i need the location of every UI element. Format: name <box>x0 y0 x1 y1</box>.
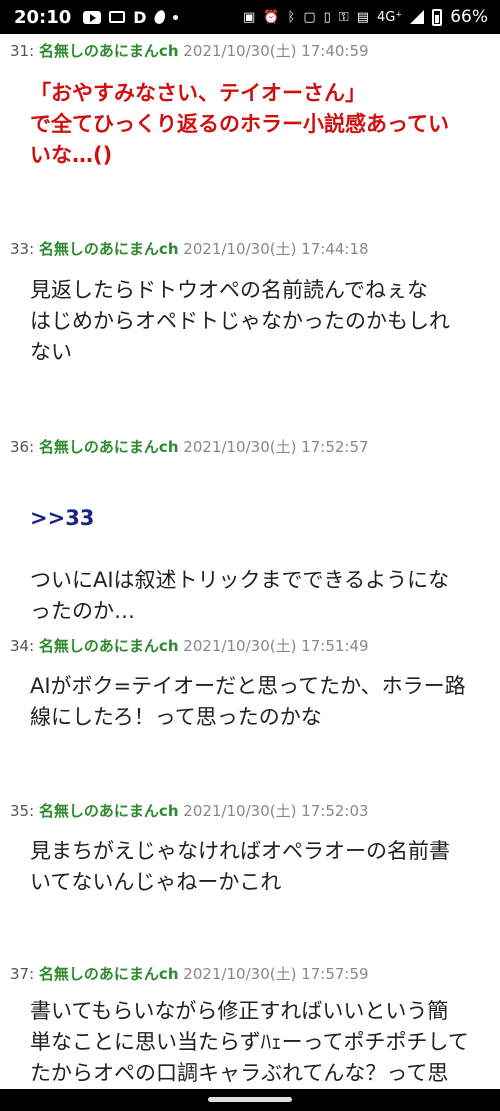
youtube-notification-icon <box>83 10 102 24</box>
post-body: AIがボク=テイオーだと思ってたか、ホラー路 線にしたろ！って思ったのかな <box>30 674 466 729</box>
poster-name: 名無しのあにまんch <box>38 965 179 983</box>
volte-icon: ▤ <box>356 9 369 25</box>
post-date: 2021/10/30(土) 17:52:03 <box>183 802 369 820</box>
auto-hd-icon: ▣ <box>243 9 256 25</box>
post-header: 34: 名無しのあにまんch 2021/10/30(土) 17:51:49 <box>10 635 369 656</box>
post-header: 35: 名無しのあにまんch 2021/10/30(土) 17:52:03 <box>10 800 369 821</box>
drop-notification-icon <box>152 8 167 26</box>
poster-name: 名無しのあにまんch <box>38 240 179 258</box>
clock: 20:10 <box>14 6 72 28</box>
post-number[interactable]: 37: <box>10 965 34 983</box>
post-body: 見返したらドトウオペの名前読んでねぇな はじめからオペドトじゃなかったのかもしれ… <box>30 278 450 364</box>
bluetooth-icon: ᛒ <box>287 9 296 25</box>
poster-name: 名無しのあにまんch <box>38 802 179 820</box>
post-header: 36: 名無しのあにまんch 2021/10/30(土) 17:52:57 <box>10 436 369 457</box>
poster-name: 名無しのあにまんch <box>38 42 179 60</box>
alarm-icon: ⏰ <box>263 9 280 25</box>
post-date: 2021/10/30(土) 17:44:18 <box>183 240 369 258</box>
post-body: 書いてもらいながら修正すればいいという簡 単なことに思い当たらずﾊｪーってポチポ… <box>30 999 469 1085</box>
poster-name: 名無しのあにまんch <box>38 637 179 655</box>
post-date: 2021/10/30(土) 17:57:59 <box>183 965 369 983</box>
post-number[interactable]: 36: <box>10 438 34 456</box>
post-body: >>33 ついにAIは叙述トリックまでできるようにな ったのか… <box>30 472 490 627</box>
post-date: 2021/10/30(土) 17:40:59 <box>183 42 369 60</box>
post-text: ついにAIは叙述トリックまでできるようにな ったのか… <box>30 568 450 623</box>
more-notifications-dot-icon <box>172 14 178 20</box>
post-header: 33: 名無しのあにまんch 2021/10/30(土) 17:44:18 <box>10 238 369 259</box>
post-body: 「おやすみなさい、テイオーさん」 で全てひっくり返るのホラー小説感あってい いな… <box>30 81 449 167</box>
battery-icon <box>432 8 443 26</box>
reply-anchor-link[interactable]: >>33 <box>30 503 490 534</box>
d-app-notification-icon: D <box>133 7 147 27</box>
post-number[interactable]: 34: <box>10 637 34 655</box>
home-gesture-handle[interactable] <box>208 1097 292 1102</box>
navigation-bar <box>0 1089 500 1111</box>
post-date: 2021/10/30(土) 17:52:57 <box>183 438 369 456</box>
tv-notification-icon <box>109 11 126 23</box>
nfc-icon: ▢ <box>303 9 316 25</box>
poster-name: 名無しのあにまんch <box>38 438 179 456</box>
post-number[interactable]: 35: <box>10 802 34 820</box>
post-body: 見まちがえじゃなければオペラオーの名前書 いてないんじゃねーかこれ <box>30 839 450 894</box>
post-header: 37: 名無しのあにまんch 2021/10/30(土) 17:57:59 <box>10 963 369 984</box>
post-number[interactable]: 33: <box>10 240 34 258</box>
post-number[interactable]: 31: <box>10 42 34 60</box>
signal-icon <box>410 10 425 24</box>
post-date: 2021/10/30(土) 17:51:49 <box>183 637 369 655</box>
post-header: 31: 名無しのあにまんch 2021/10/30(土) 17:40:59 <box>10 40 369 61</box>
battery-percent: 66% <box>450 7 488 27</box>
vpn-key-icon: ⚿ <box>338 9 349 25</box>
status-bar: 20:10 D ▣ ⏰ ᛒ ▢ ▯ ⚿ ▤ 4G⁺ 66% <box>0 0 500 34</box>
vibrate-icon: ▯ <box>323 9 331 25</box>
network-type: 4G⁺ <box>376 9 403 25</box>
